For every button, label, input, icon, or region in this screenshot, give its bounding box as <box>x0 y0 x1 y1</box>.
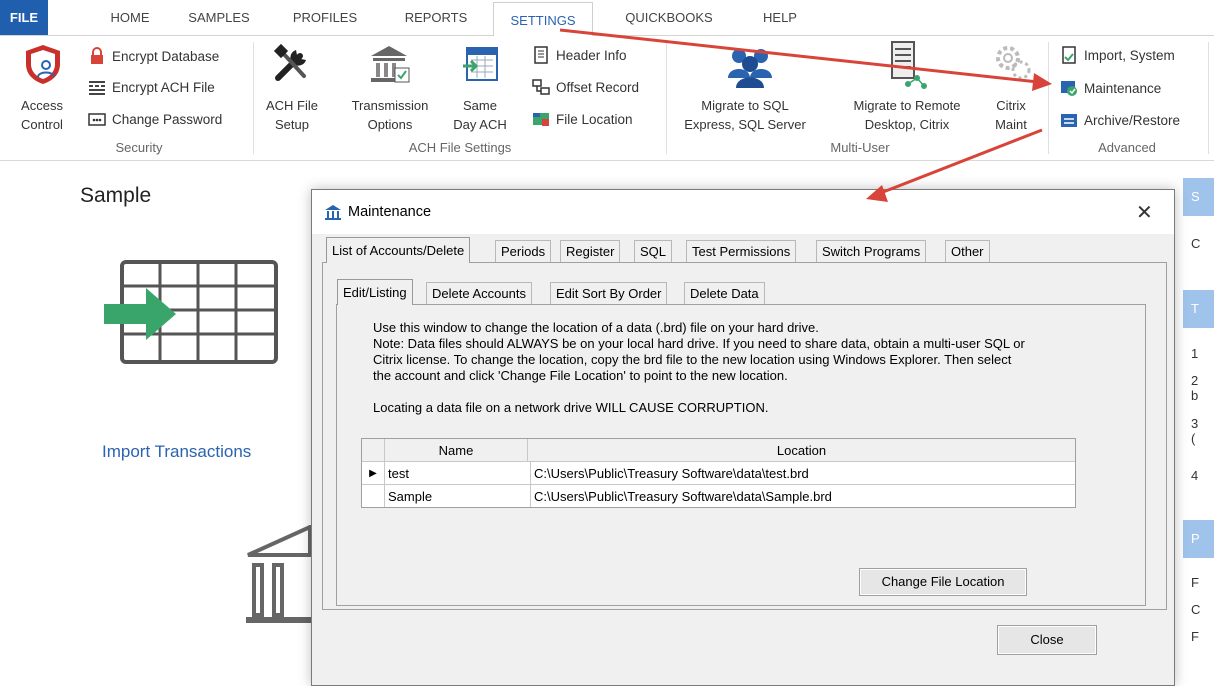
annotation-arrowhead <box>1032 73 1052 91</box>
annotation-arrowhead <box>866 185 888 202</box>
annotation-arrow-line <box>877 128 1043 196</box>
tab-list-of-accounts[interactable]: List of Accounts/Delete <box>326 237 471 263</box>
subtab-edit-listing[interactable]: Edit/Listing <box>337 279 413 305</box>
annotation-arrows <box>559 28 1052 202</box>
annotation-arrow-line <box>559 28 1039 84</box>
